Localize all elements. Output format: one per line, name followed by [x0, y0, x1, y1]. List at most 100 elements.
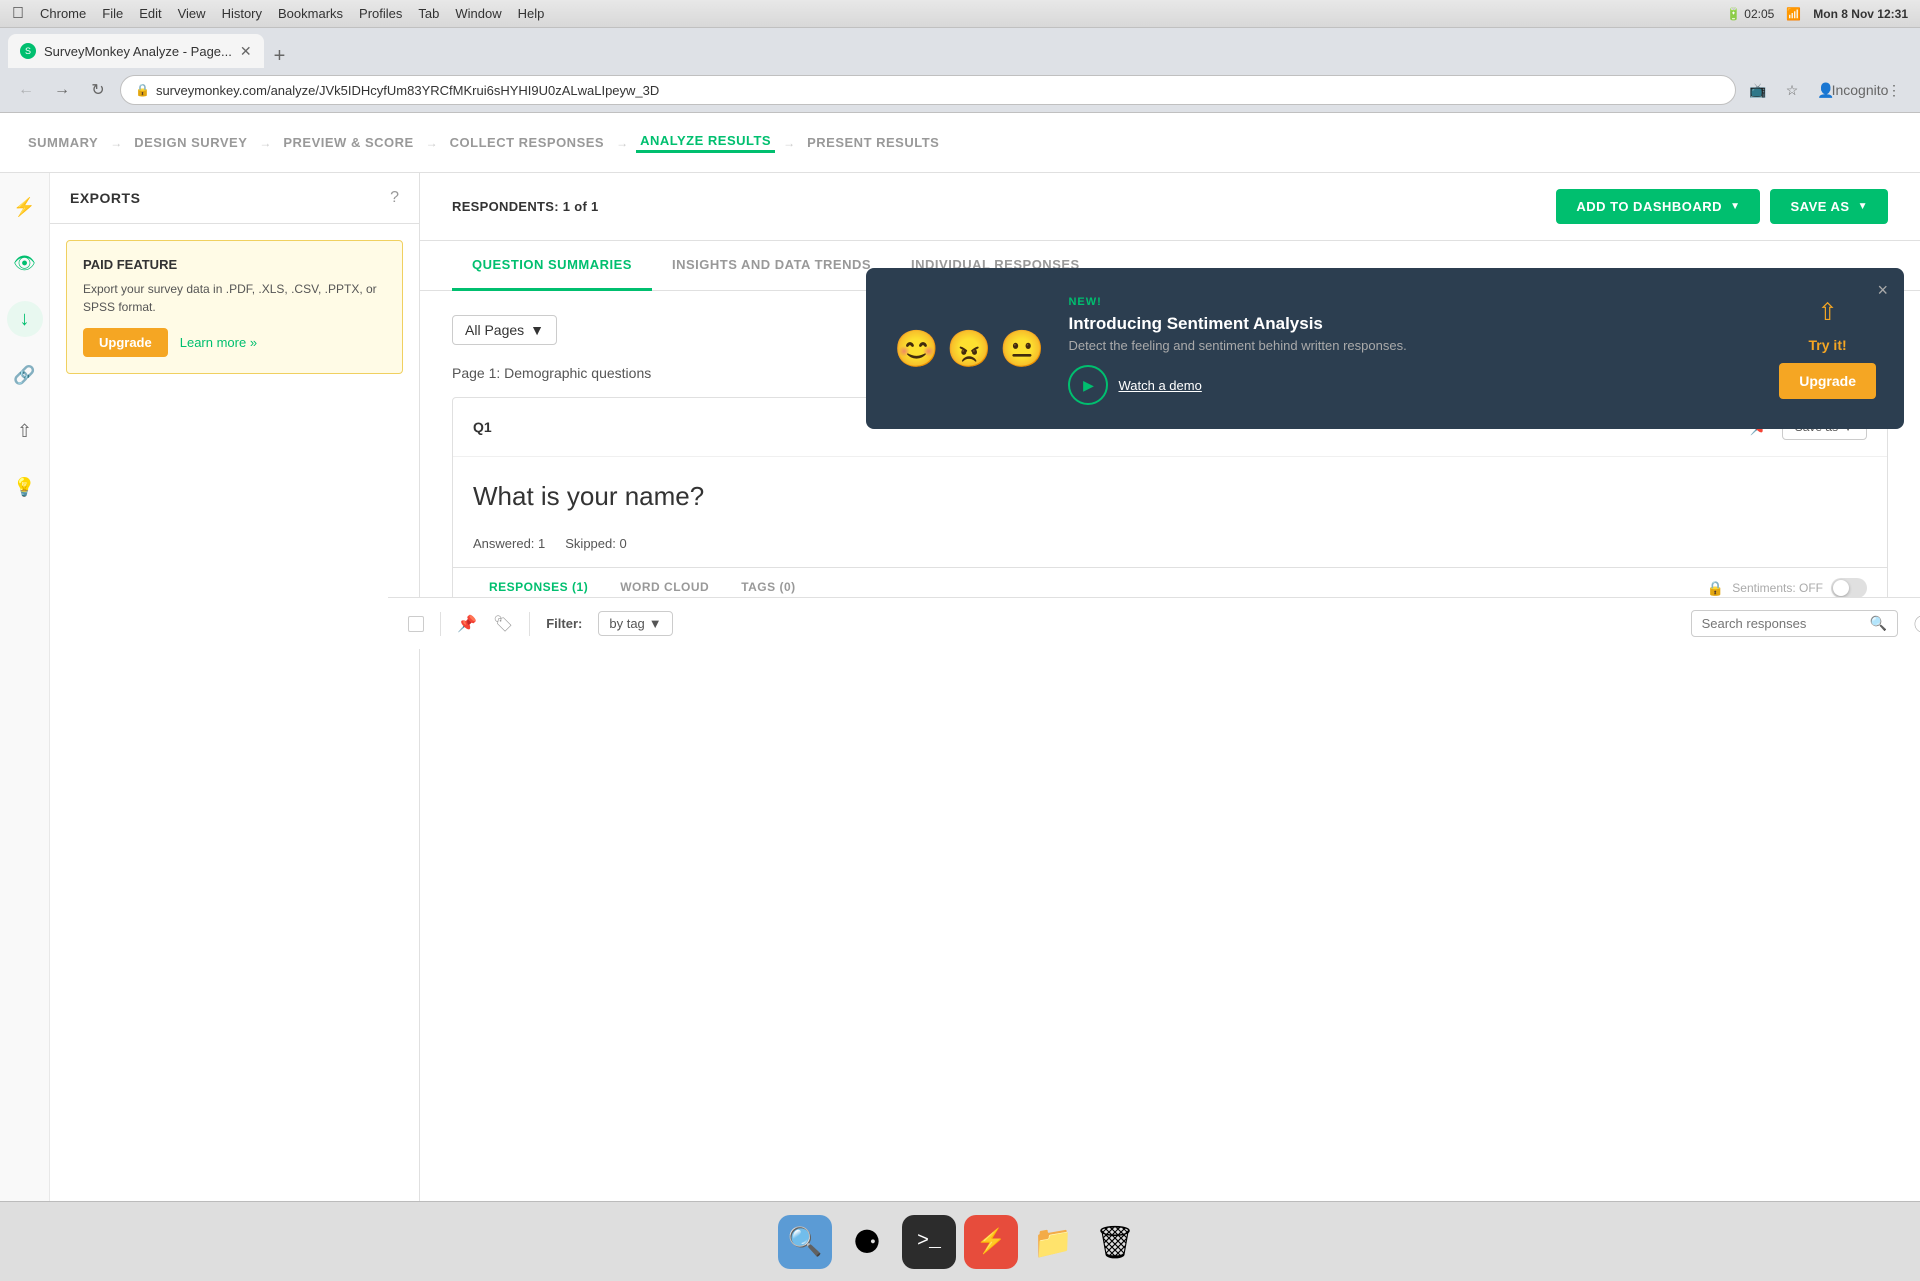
upgrade-button[interactable]: Upgrade	[83, 328, 168, 357]
question-number: Q1	[473, 419, 492, 435]
nav-step-analyze-results[interactable]: ANALYZE RESULTS	[636, 133, 775, 153]
nav-step-collect-responses[interactable]: COLLECT RESPONSES	[446, 135, 608, 150]
more-options-icon[interactable]: ⋮	[1880, 76, 1908, 104]
paid-feature-box: PAID FEATURE Export your survey data in …	[66, 240, 403, 374]
apple-logo[interactable]: 	[12, 5, 24, 23]
dock-chrome[interactable]: ⚈	[840, 1215, 894, 1269]
sidebar-help-icon[interactable]: ?	[390, 189, 399, 207]
history-menu[interactable]: History	[222, 6, 262, 21]
add-dashboard-chevron-icon: ▼	[1730, 201, 1740, 212]
bookmark-icon[interactable]: ☆	[1778, 76, 1806, 104]
dock-terminal[interactable]: >_	[902, 1215, 956, 1269]
toggle-knob	[1833, 580, 1849, 596]
refresh-button[interactable]: ↻	[84, 76, 112, 104]
neutral-emoji: 😐	[1000, 328, 1045, 370]
select-all-checkbox[interactable]	[408, 616, 424, 632]
sentiments-toggle[interactable]	[1831, 578, 1867, 598]
dock-spark[interactable]: ⚡	[964, 1215, 1018, 1269]
new-badge: NEW!	[1068, 296, 1101, 308]
by-tag-filter[interactable]: by tag ▼	[598, 611, 672, 636]
by-tag-chevron-icon: ▼	[649, 616, 662, 631]
popup-close-button[interactable]: ×	[1877, 280, 1888, 301]
learn-more-link[interactable]: Learn more »	[180, 335, 257, 350]
tab-question-summaries[interactable]: QUESTION SUMMARIES	[452, 241, 652, 291]
popup-try-section: ⇧ Try it! Upgrade	[1779, 298, 1876, 399]
header-actions: ADD TO DASHBOARD ▼ SAVE AS ▼	[1556, 189, 1888, 224]
address-text: surveymonkey.com/analyze/JVk5IDHcyfUm83Y…	[156, 83, 659, 98]
sidebar-header: EXPORTS ?	[50, 173, 419, 224]
popup-upgrade-button[interactable]: Upgrade	[1779, 363, 1876, 399]
eye-icon[interactable]: 👁	[7, 245, 43, 281]
sentiment-popup: × 😊 😠 😐 NEW! Introducing Sentiment Analy…	[866, 268, 1904, 429]
popup-emojis: 😊 😠 😐	[894, 328, 1044, 370]
nav-step-design-survey[interactable]: DESIGN SURVEY	[130, 135, 251, 150]
paid-feature-description: Export your survey data in .PDF, .XLS, .…	[83, 280, 386, 316]
lightbulb-icon[interactable]: 💡	[7, 469, 43, 505]
popup-watch-demo: ▶ Watch a demo	[1068, 365, 1755, 405]
forward-button[interactable]: →	[48, 76, 76, 104]
tab-menu[interactable]: Tab	[418, 6, 439, 21]
edit-menu[interactable]: Edit	[139, 6, 161, 21]
add-to-dashboard-button[interactable]: ADD TO DASHBOARD ▼	[1556, 189, 1760, 224]
file-menu[interactable]: File	[102, 6, 123, 21]
address-bar[interactable]: 🔒 surveymonkey.com/analyze/JVk5IDHcyfUm8…	[120, 75, 1736, 105]
toolbar-separator-1	[440, 612, 441, 636]
window-menu[interactable]: Window	[455, 6, 501, 21]
main-header: RESPONDENTS: 1 of 1 ADD TO DASHBOARD ▼ S…	[420, 173, 1920, 241]
skipped-stat: Skipped: 0	[565, 536, 626, 551]
view-menu[interactable]: View	[178, 6, 206, 21]
back-button[interactable]: ←	[12, 76, 40, 104]
nav-step-summary[interactable]: SUMMARY	[24, 135, 102, 150]
dock-finder[interactable]: 🔍	[778, 1215, 832, 1269]
wifi-icon: 📶	[1786, 7, 1801, 21]
question-stats: Answered: 1 Skipped: 0	[453, 536, 1887, 567]
tab-close-button[interactable]: ✕	[240, 43, 252, 60]
content-area: ⚡ 👁 ↓ 🔗 ⇧ 💡 EXPORTS ? PAID FEATURE Expor…	[0, 173, 1920, 1201]
sentiments-control: 🔒 Sentiments: OFF	[1707, 578, 1867, 598]
watch-demo-link[interactable]: Watch a demo	[1118, 378, 1201, 393]
profiles-menu[interactable]: Profiles	[359, 6, 402, 21]
dock-folder[interactable]: 📁	[1026, 1215, 1080, 1269]
main-content: RESPONDENTS: 1 of 1 ADD TO DASHBOARD ▼ S…	[420, 173, 1920, 1201]
filter-icon[interactable]: ⚡	[7, 189, 43, 225]
nav-step-present-results[interactable]: PRESENT RESULTS	[803, 135, 943, 150]
new-tab-button[interactable]: +	[268, 45, 292, 68]
pages-chevron-icon: ▼	[530, 322, 544, 338]
respondents-count: RESPONDENTS: 1 of 1	[452, 199, 599, 214]
popup-description: Detect the feeling and sentiment behind …	[1068, 338, 1755, 353]
search-responses-input[interactable]	[1702, 616, 1862, 631]
pages-select[interactable]: All Pages ▼	[452, 315, 557, 345]
toolbar-help-icon[interactable]: ⓘ	[1914, 611, 1920, 637]
save-as-button[interactable]: SAVE AS ▼	[1770, 189, 1888, 224]
link-icon[interactable]: 🔗	[7, 357, 43, 393]
try-it-label: Try it!	[1809, 337, 1847, 353]
search-responses-field[interactable]: 🔍	[1691, 610, 1898, 637]
search-icon: 🔍	[1870, 615, 1887, 632]
answered-stat: Answered: 1	[473, 536, 545, 551]
sidebar-icon-rail: ⚡ 👁 ↓ 🔗 ⇧ 💡	[0, 173, 50, 1201]
chrome-menu[interactable]: Chrome	[40, 6, 86, 21]
sentiments-label: Sentiments: OFF	[1732, 581, 1823, 595]
tag-toolbar-icon[interactable]: 🏷	[493, 614, 513, 634]
incognito-label: Incognito	[1846, 76, 1874, 104]
sad-emoji: 😠	[947, 328, 992, 370]
browser-tab[interactable]: S SurveyMonkey Analyze - Page... ✕	[8, 34, 264, 68]
dock-trash[interactable]: 🗑	[1088, 1215, 1142, 1269]
download-icon[interactable]: ↓	[7, 301, 43, 337]
help-menu[interactable]: Help	[518, 6, 545, 21]
bookmarks-menu[interactable]: Bookmarks	[278, 6, 343, 21]
pin-toolbar-icon[interactable]: 📌	[457, 614, 477, 634]
mac-os-bar:  Chrome File Edit View History Bookmark…	[0, 0, 1920, 28]
sidebar: EXPORTS ? PAID FEATURE Export your surve…	[50, 173, 420, 1201]
ssl-lock-icon: 🔒	[135, 83, 150, 97]
question-text: What is your name?	[453, 457, 1887, 536]
watch-demo-icon[interactable]: ▶	[1068, 365, 1108, 405]
nav-step-preview-score[interactable]: PREVIEW & SCORE	[279, 135, 417, 150]
cast-icon[interactable]: 📺	[1744, 76, 1772, 104]
share-icon[interactable]: ⇧	[7, 413, 43, 449]
tab-insights-data-trends[interactable]: INSIGHTS AND DATA TRENDS	[652, 241, 891, 291]
content-body: All Pages ▼ Page 1: Demographic question…	[420, 291, 1920, 649]
try-arrow-icon: ⇧	[1818, 298, 1838, 327]
paid-feature-actions: Upgrade Learn more »	[83, 328, 386, 357]
paid-feature-title: PAID FEATURE	[83, 257, 386, 272]
